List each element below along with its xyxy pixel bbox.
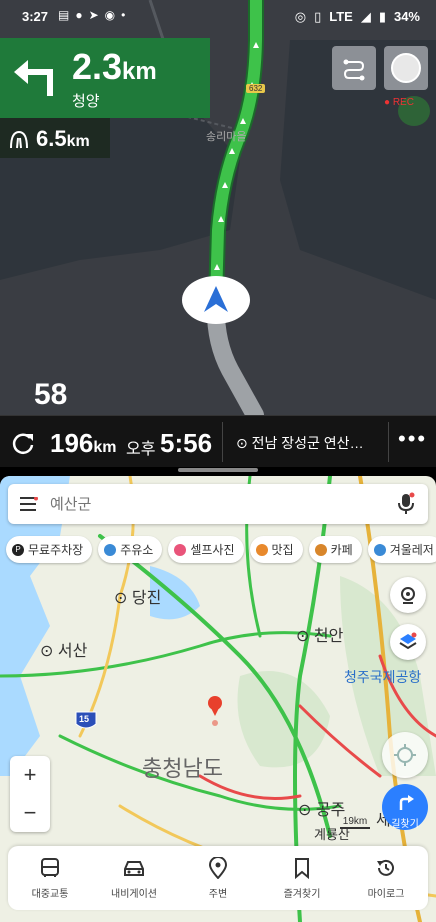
bookmark-icon	[295, 857, 309, 879]
divider	[388, 422, 389, 462]
map-place-label: 송리마을	[206, 131, 247, 143]
nav-nearby[interactable]: 주변	[176, 846, 260, 910]
directions-arrow-icon	[399, 795, 414, 810]
vibrate-icon: ▯	[314, 9, 322, 24]
telegram-icon: ➤	[88, 8, 99, 22]
parking-icon: P	[12, 543, 24, 556]
network-label: LTE	[329, 9, 353, 24]
turn-instruction-panel: 2.3km 청양	[0, 38, 210, 118]
location-pin-icon	[208, 856, 228, 879]
zoom-in-button[interactable]: +	[10, 756, 50, 794]
chip-winter-leisure[interactable]: 겨울레저	[367, 536, 436, 563]
history-icon	[377, 859, 394, 876]
chip-free-parking[interactable]: P 무료주차장	[6, 536, 93, 563]
location-icon: ◎	[294, 9, 307, 24]
status-time: 3:27	[22, 9, 49, 24]
current-speed: 58	[34, 378, 68, 411]
battery-label: 34%	[393, 9, 420, 24]
nav-navigation[interactable]: 내비게이션	[92, 846, 176, 910]
remaining-distance: 196km	[50, 428, 117, 458]
category-chips: P 무료주차장 주유소 셀프사진 맛집 카페 겨울레저	[6, 536, 436, 563]
camera-icon	[174, 543, 187, 556]
status-right: ◎ ▯ LTE ◢ ▮ 34%	[295, 9, 420, 25]
turn-left-arrow-icon	[14, 60, 53, 96]
destination[interactable]: ⊙ 전남 장성군 연산…	[236, 433, 386, 453]
tunnel-icon	[10, 130, 28, 149]
status-bar: 3:27 ▤ ● ➤ ◉ • ◎ ▯ LTE ◢ ▮ 34%	[0, 0, 436, 34]
directions-label: 길찾기	[391, 819, 419, 830]
app-icon: ◉	[104, 8, 116, 22]
chip-restaurant[interactable]: 맛집	[249, 536, 303, 563]
chip-self-photo[interactable]: 셀프사진	[168, 536, 244, 563]
chip-gas-station[interactable]: 주유소	[98, 536, 163, 563]
voice-assistant-button[interactable]	[384, 46, 428, 90]
next-distance: 6.5km	[36, 126, 90, 151]
map-label-gongju: ⊙ 공주	[298, 802, 346, 819]
turn-street: 청양	[72, 93, 100, 110]
eta-time: 5:56	[160, 428, 213, 458]
signal-icon: ◢	[360, 9, 371, 24]
nav-public-transit[interactable]: 대중교통	[8, 846, 92, 910]
search-bar[interactable]	[8, 484, 428, 524]
pin-icon: ⊙	[236, 435, 252, 451]
nav-my-log[interactable]: 마이로그	[344, 846, 428, 910]
zoom-out-button[interactable]: −	[10, 794, 50, 832]
map-label-seosan: ⊙ 서산	[40, 643, 88, 660]
restaurant-icon	[255, 543, 268, 556]
notification-icons: ▤ ● ➤ ◉ •	[58, 8, 125, 22]
cctv-icon	[401, 587, 415, 604]
turn-distance: 2.3km	[72, 46, 157, 87]
split-handle[interactable]	[178, 468, 258, 472]
cafe-icon	[314, 543, 327, 556]
map-scale: 19km	[340, 816, 370, 829]
dot-icon: •	[121, 8, 126, 22]
my-location-button[interactable]	[382, 732, 428, 778]
microphone-icon[interactable]	[396, 492, 416, 516]
map-label-region: 충청남도	[142, 756, 223, 781]
map-label-airport: 청주국제공항	[344, 669, 422, 685]
cctv-button[interactable]	[390, 577, 426, 613]
menu-icon[interactable]	[20, 497, 38, 511]
route-icon	[343, 59, 365, 81]
chip-cafe[interactable]: 카페	[308, 536, 362, 563]
trip-info-bar: 196km 오후 5:56 ⊙ 전남 장성군 연산… •••	[0, 415, 436, 467]
crosshair-icon	[394, 744, 416, 766]
car-icon	[124, 860, 144, 876]
route-options-button[interactable]	[332, 46, 376, 90]
layers-icon	[399, 632, 417, 650]
layers-button[interactable]	[390, 624, 426, 660]
map-app[interactable]: ⊙ 당진 ⊙ 서산 ⊙ 천안 청주국제공항 충청남도 ⊙ 공주 세종 계룡산 1…	[0, 476, 436, 922]
reroute-icon[interactable]	[10, 430, 36, 456]
ski-icon	[373, 543, 386, 556]
bus-icon	[41, 857, 59, 877]
zoom-control: + −	[10, 756, 50, 832]
gas-station-icon	[104, 543, 117, 556]
chat-icon: ●	[75, 8, 83, 22]
rec-indicator: ● REC	[384, 97, 414, 108]
eta-ampm: 오후	[126, 441, 156, 458]
map-label-cheonan: ⊙ 천안	[296, 628, 344, 645]
next-distance-panel: 6.5km	[0, 118, 110, 158]
battery-icon: ▮	[378, 9, 386, 24]
bottom-navigation: 대중교통 내비게이션 주변 즐겨찾기 마이로그	[8, 846, 428, 910]
message-icon: ▤	[58, 8, 70, 22]
search-input[interactable]	[50, 495, 396, 513]
highway-shield-label: 15	[79, 714, 90, 724]
divider	[222, 422, 223, 462]
more-options-icon[interactable]: •••	[398, 426, 427, 452]
assistant-icon	[391, 53, 421, 83]
map-label-dangjin: ⊙ 당진	[114, 590, 162, 607]
directions-button[interactable]: 길찾기	[382, 784, 428, 830]
route-shield: 632	[246, 84, 266, 93]
nav-favorites[interactable]: 즐겨찾기	[260, 846, 344, 910]
